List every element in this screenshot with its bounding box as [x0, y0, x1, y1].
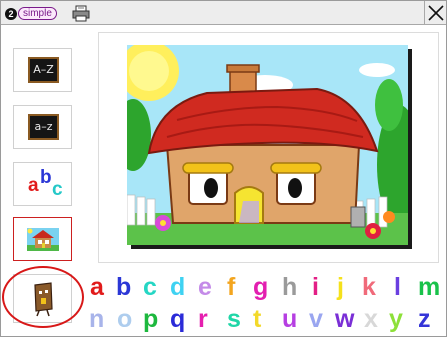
letter-n-button[interactable]: n	[89, 306, 104, 332]
pictures-button[interactable]	[13, 217, 72, 261]
abc-letter-a: a	[28, 175, 39, 196]
uppercase-chalkboard-label: A–Z	[28, 57, 59, 83]
abc-button[interactable]: a b c	[13, 162, 72, 206]
letter-c-button[interactable]: c	[143, 274, 157, 300]
letter-d-button[interactable]: d	[170, 274, 185, 300]
printer-icon[interactable]	[72, 5, 90, 22]
app-logo: 2 simple	[5, 6, 57, 21]
letter-v-button[interactable]: v	[309, 306, 323, 332]
letter-e-button[interactable]: e	[198, 274, 212, 300]
letter-j-button[interactable]: j	[337, 274, 344, 300]
house-thumbnail-icon	[27, 228, 59, 251]
character-button[interactable]	[13, 274, 72, 323]
abc-letter-b: b	[40, 167, 52, 188]
letter-o-button[interactable]: o	[117, 306, 132, 332]
letter-i-button[interactable]: i	[312, 274, 319, 300]
letter-p-button[interactable]: p	[143, 306, 158, 332]
house-character-icon	[34, 282, 53, 317]
close-icon	[427, 4, 444, 21]
letter-q-button[interactable]: q	[170, 306, 185, 332]
app-window: 2 simple A–Z a–z a b c a b c d e f g h i…	[0, 0, 447, 337]
picture-panel	[98, 32, 439, 263]
letter-k-button[interactable]: k	[362, 274, 376, 300]
letter-f-button[interactable]: f	[227, 274, 235, 300]
letter-a-button[interactable]: a	[90, 274, 104, 300]
letter-r-button[interactable]: r	[198, 306, 208, 332]
logo-word: simple	[18, 7, 57, 20]
titlebar: 2 simple	[1, 1, 446, 25]
house-picture[interactable]	[127, 45, 408, 245]
letter-w-button[interactable]: w	[335, 306, 354, 332]
uppercase-button[interactable]: A–Z	[13, 48, 72, 92]
letters-row-2: nopqrstuvwxyz	[88, 306, 447, 332]
letter-b-button[interactable]: b	[116, 274, 131, 300]
lowercase-button[interactable]: a–z	[13, 105, 72, 149]
letter-u-button[interactable]: u	[282, 306, 297, 332]
logo-number: 2	[5, 7, 17, 20]
letter-y-button[interactable]: y	[389, 306, 403, 332]
letter-m-button[interactable]: m	[418, 274, 440, 300]
abc-letter-c: c	[52, 179, 63, 200]
letter-g-button[interactable]: g	[253, 274, 268, 300]
letter-s-button[interactable]: s	[227, 306, 241, 332]
letter-t-button[interactable]: t	[253, 306, 261, 332]
letter-x-button[interactable]: x	[364, 306, 378, 332]
letter-z-button[interactable]: z	[418, 306, 431, 332]
lowercase-chalkboard-label: a–z	[28, 114, 59, 140]
letter-l-button[interactable]: l	[394, 274, 401, 300]
house-illustration	[127, 45, 408, 245]
close-button[interactable]	[424, 1, 446, 24]
letter-h-button[interactable]: h	[282, 274, 297, 300]
letters-row-1: abcdefghijklm	[88, 274, 447, 300]
